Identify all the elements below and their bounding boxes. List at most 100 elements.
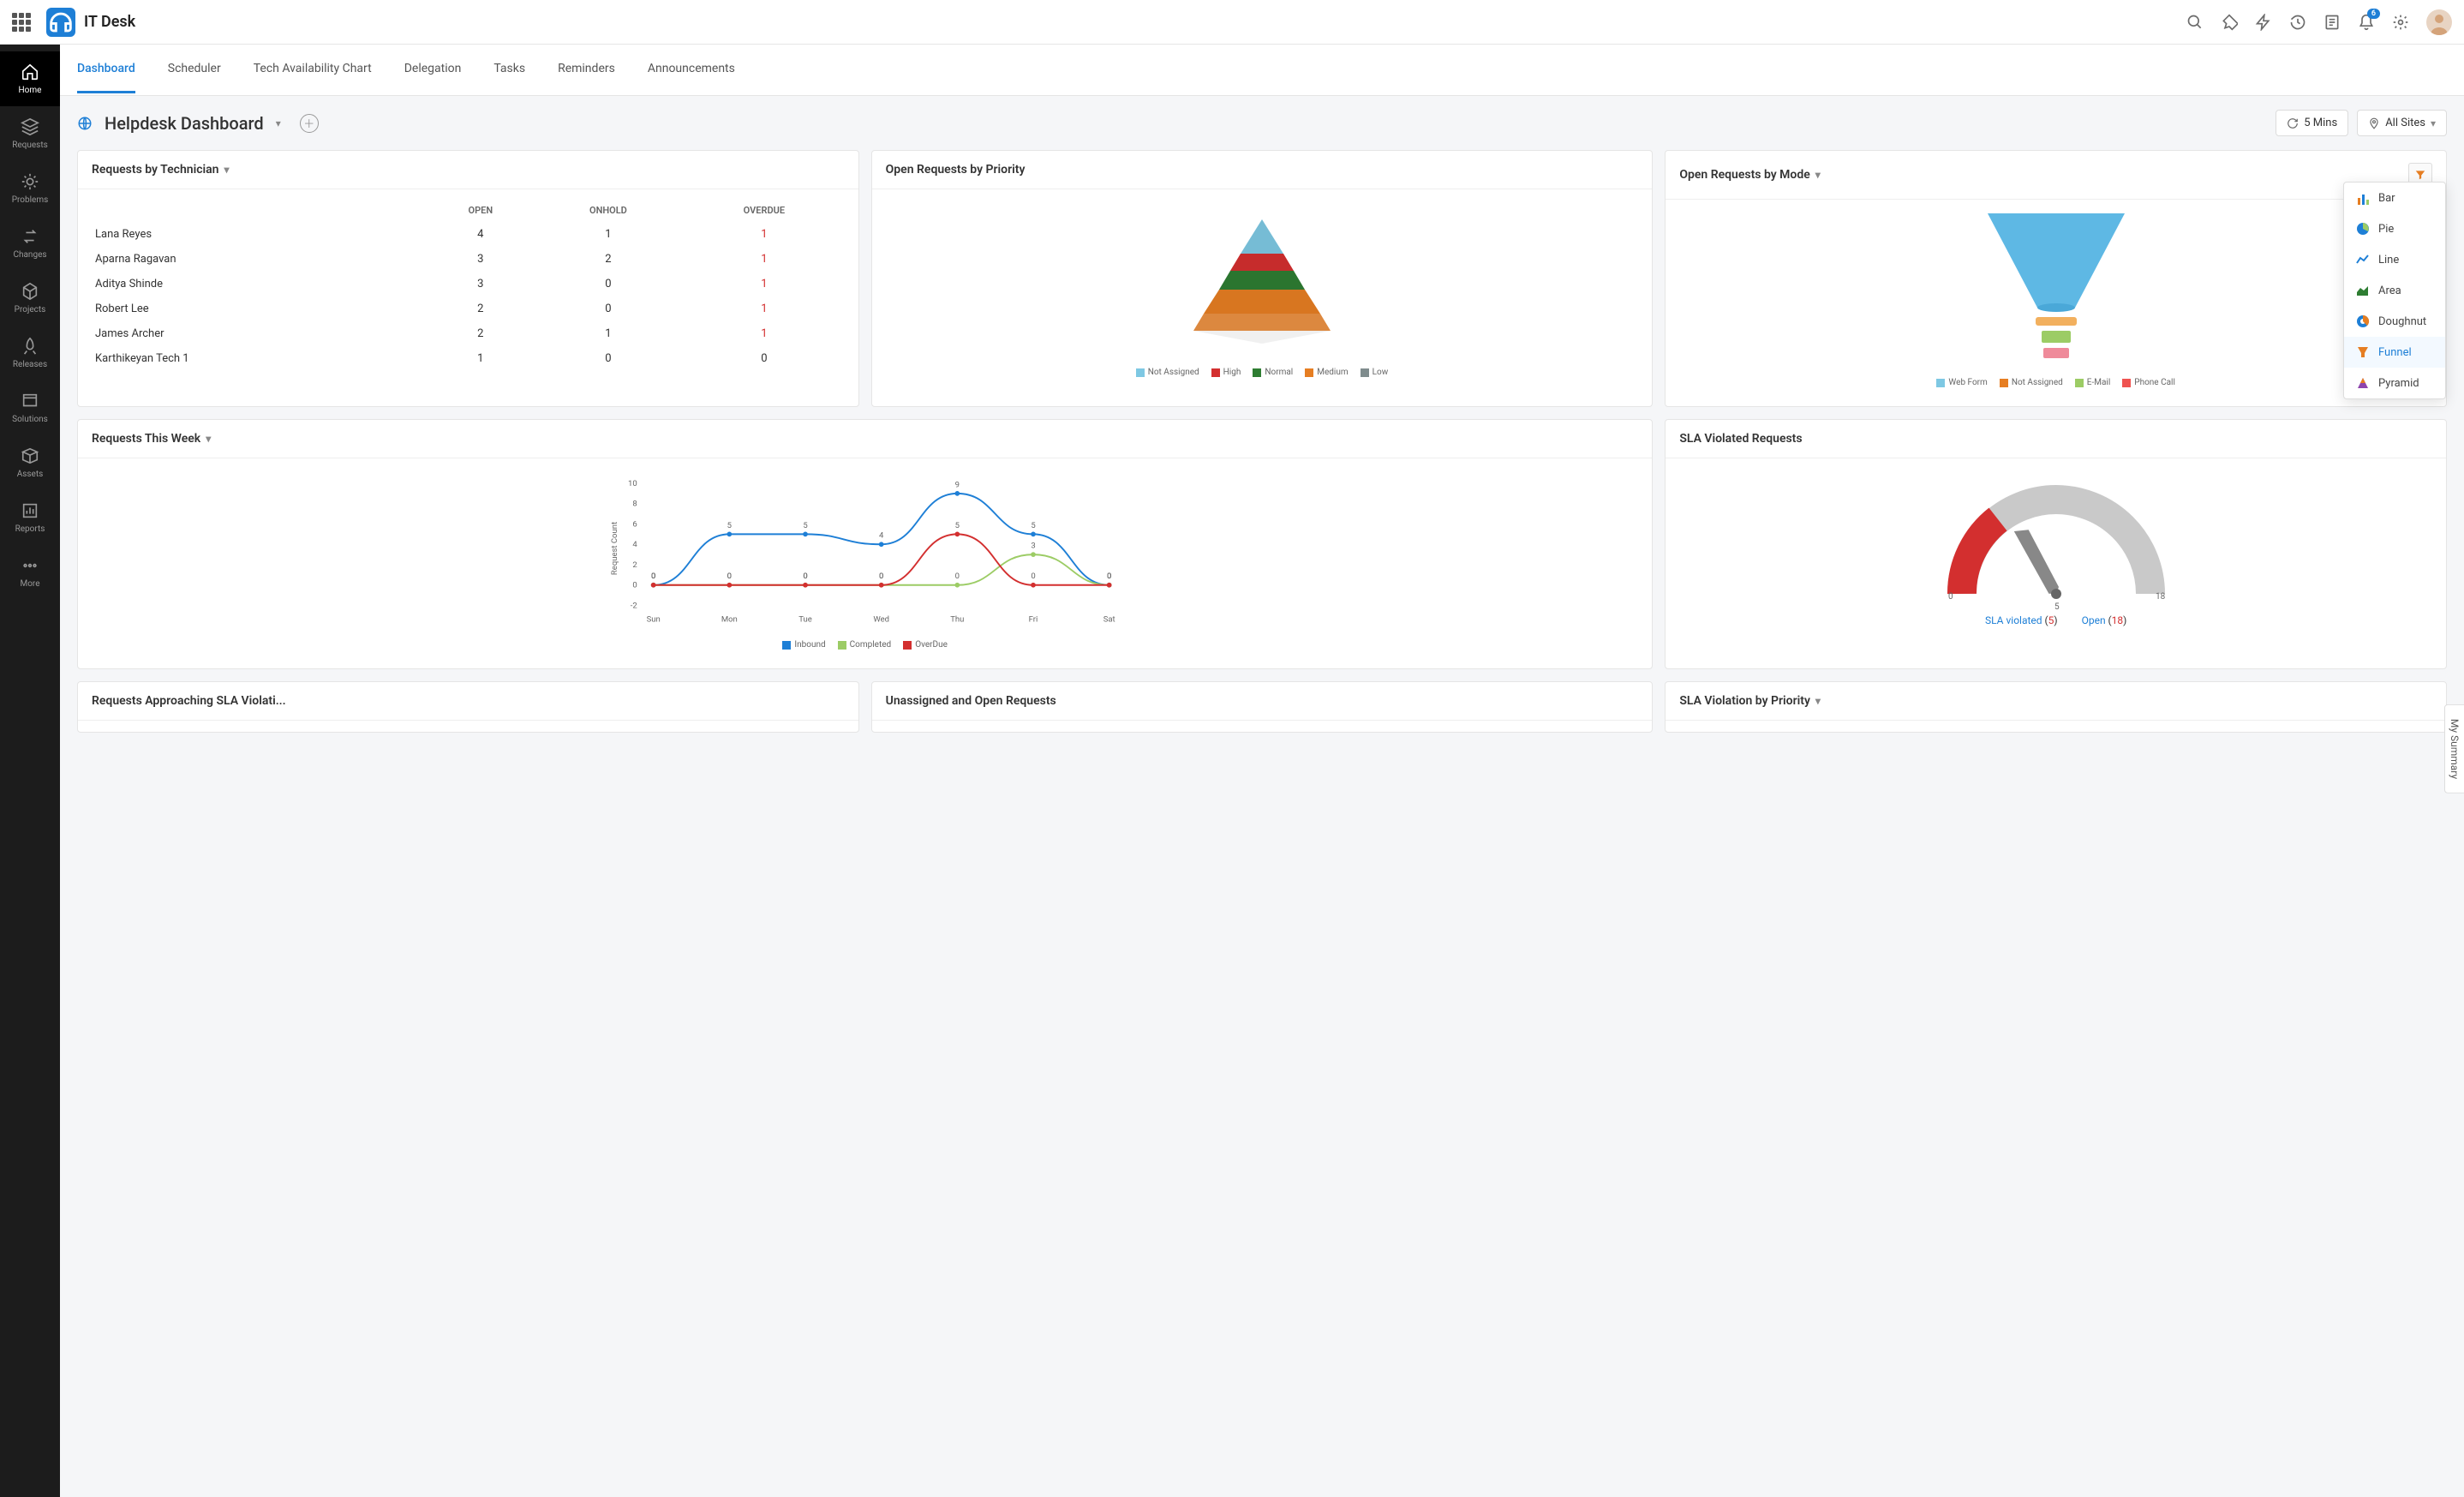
sidebar-item-label: Releases xyxy=(13,360,47,369)
funnel-chart xyxy=(1678,208,2434,371)
chevron-down-icon[interactable]: ▾ xyxy=(1815,169,1821,181)
bar-icon xyxy=(2356,191,2370,205)
quick-action-icon[interactable] xyxy=(2255,14,2272,31)
sidebar-item-label: Changes xyxy=(13,250,46,260)
chart-type-area[interactable]: Area xyxy=(2344,275,2445,306)
chevron-down-icon[interactable]: ▾ xyxy=(1815,695,1821,707)
sidebar-item-solutions[interactable]: Solutions xyxy=(0,380,60,435)
chevron-down-icon[interactable]: ▾ xyxy=(224,164,230,176)
table-row: Aditya Shinde301 xyxy=(92,272,845,296)
svg-text:0: 0 xyxy=(879,572,883,581)
sidebar-item-requests[interactable]: Requests xyxy=(0,106,60,161)
add-dashboard-button[interactable]: ＋ xyxy=(300,114,319,133)
svg-text:0: 0 xyxy=(1107,572,1111,581)
line-icon xyxy=(2356,253,2370,266)
sidebar: Home RequestsProblems Changes Projects Relea… xyxy=(0,45,60,1497)
svg-text:Sat: Sat xyxy=(1103,615,1115,625)
chevron-down-icon[interactable]: ▾ xyxy=(206,433,211,445)
svg-text:0: 0 xyxy=(727,572,732,581)
table-row: James Archer211 xyxy=(92,322,845,345)
pyramid-icon xyxy=(2356,376,2370,390)
svg-text:0: 0 xyxy=(1031,572,1035,581)
solutions-icon xyxy=(21,392,39,410)
site-selector-button[interactable]: All Sites▾ xyxy=(2357,110,2447,136)
tab-reminders[interactable]: Reminders xyxy=(558,46,615,93)
notification-badge: 6 xyxy=(2367,9,2380,19)
sidebar-item-label: Home xyxy=(19,86,42,95)
sidebar-item-problems[interactable]: Problems xyxy=(0,161,60,216)
svg-text:Request Count: Request Count xyxy=(610,522,619,575)
my-summary-tab[interactable]: My Summary xyxy=(2444,704,2464,793)
sidebar-item-reports[interactable]: Reports xyxy=(0,490,60,545)
tab-announcements[interactable]: Announcements xyxy=(648,46,735,93)
notification-icon[interactable]: 6 xyxy=(2358,14,2375,31)
refresh-interval-button[interactable]: 5 Mins xyxy=(2276,110,2348,136)
main-content: Dashboard Scheduler Tech Availability Char… xyxy=(60,45,2464,1497)
sidebar-item-releases[interactable]: Releases xyxy=(0,326,60,380)
chart-type-line[interactable]: Line xyxy=(2344,244,2445,275)
legend-item: OverDue xyxy=(903,640,948,650)
sla-open-label[interactable]: Open (18) xyxy=(2082,614,2127,626)
legend-item: Completed xyxy=(838,640,892,650)
svg-text:5: 5 xyxy=(803,521,807,530)
chart-type-pyramid[interactable]: Pyramid xyxy=(2344,368,2445,398)
svg-text:10: 10 xyxy=(628,479,637,488)
line-chart: -20246810Request CountSunMonTueWedThuFri… xyxy=(90,467,1640,630)
page-title: Helpdesk Dashboard xyxy=(105,113,264,134)
svg-text:-2: -2 xyxy=(631,601,637,610)
chart-type-pie[interactable]: Pie xyxy=(2344,213,2445,244)
requests-icon xyxy=(21,117,39,136)
table-row: Stephen Nelson000 xyxy=(92,372,845,378)
svg-text:4: 4 xyxy=(879,531,884,541)
sidebar-item-more[interactable]: More xyxy=(0,545,60,600)
search-icon[interactable] xyxy=(2186,14,2204,31)
chevron-down-icon[interactable]: ▾ xyxy=(276,117,281,129)
svg-text:Thu: Thu xyxy=(950,615,964,625)
card-requests-this-week: Requests This Week▾ -20246810Request Cou… xyxy=(77,419,1653,669)
svg-text:5: 5 xyxy=(955,521,960,530)
card-requests-by-technician: Requests by Technician▾ OPENONHOLDOVERDU… xyxy=(77,150,859,407)
topbar: IT Desk 6 xyxy=(0,0,2464,45)
tab-dashboard[interactable]: Dashboard xyxy=(77,46,135,93)
svg-text:2: 2 xyxy=(632,560,637,570)
svg-text:Wed: Wed xyxy=(873,615,889,625)
svg-text:0: 0 xyxy=(1948,592,1953,602)
svg-text:5: 5 xyxy=(2054,602,2060,611)
sidebar-item-changes[interactable]: Changes xyxy=(0,216,60,271)
chart-type-bar[interactable]: Bar xyxy=(2344,183,2445,213)
legend-item: Not Assigned xyxy=(1136,368,1199,377)
sidebar-item-projects[interactable]: Projects xyxy=(0,271,60,326)
tab-tech-availability-chart[interactable]: Tech Availability Chart xyxy=(254,46,372,93)
card-open-requests-priority: Open Requests by Priority Not AssignedHi… xyxy=(871,150,1654,407)
doughnut-icon xyxy=(2356,314,2370,328)
sidebar-item-assets[interactable]: Assets xyxy=(0,435,60,490)
location-icon xyxy=(2368,117,2380,129)
chart-type-doughnut[interactable]: Doughnut xyxy=(2344,306,2445,337)
settings-icon[interactable] xyxy=(2392,14,2409,31)
notes-icon[interactable] xyxy=(2323,14,2341,31)
svg-text:3: 3 xyxy=(1031,542,1035,551)
card-approaching-sla: Requests Approaching SLA Violati... xyxy=(77,681,859,733)
user-avatar[interactable] xyxy=(2426,9,2452,35)
pin-icon[interactable] xyxy=(2221,14,2238,31)
sla-violated-label[interactable]: SLA violated (5) xyxy=(1985,614,2058,626)
tab-tasks[interactable]: Tasks xyxy=(493,46,525,93)
legend-item: Phone Call xyxy=(2122,378,2175,387)
chart-type-funnel[interactable]: Funnel xyxy=(2344,337,2445,368)
app-launcher-icon[interactable] xyxy=(12,13,31,32)
legend-item: High xyxy=(1211,368,1241,377)
sidebar-item-label: More xyxy=(20,579,39,589)
changes-icon xyxy=(21,227,39,246)
reports-icon xyxy=(21,501,39,520)
table-row: Karthikeyan Tech 1100 xyxy=(92,347,845,370)
card-sla-violated: SLA Violated Requests 0 18 5 SLA violate… xyxy=(1665,419,2447,669)
tab-scheduler[interactable]: Scheduler xyxy=(168,46,221,93)
history-icon[interactable] xyxy=(2289,14,2306,31)
more-icon xyxy=(21,556,39,575)
table-row: Lana Reyes411 xyxy=(92,223,845,246)
table-row: Robert Lee201 xyxy=(92,297,845,320)
svg-text:0: 0 xyxy=(803,572,807,581)
svg-text:Mon: Mon xyxy=(721,615,738,625)
tab-delegation[interactable]: Delegation xyxy=(404,46,462,93)
sidebar-item-home[interactable]: Home xyxy=(0,51,60,106)
